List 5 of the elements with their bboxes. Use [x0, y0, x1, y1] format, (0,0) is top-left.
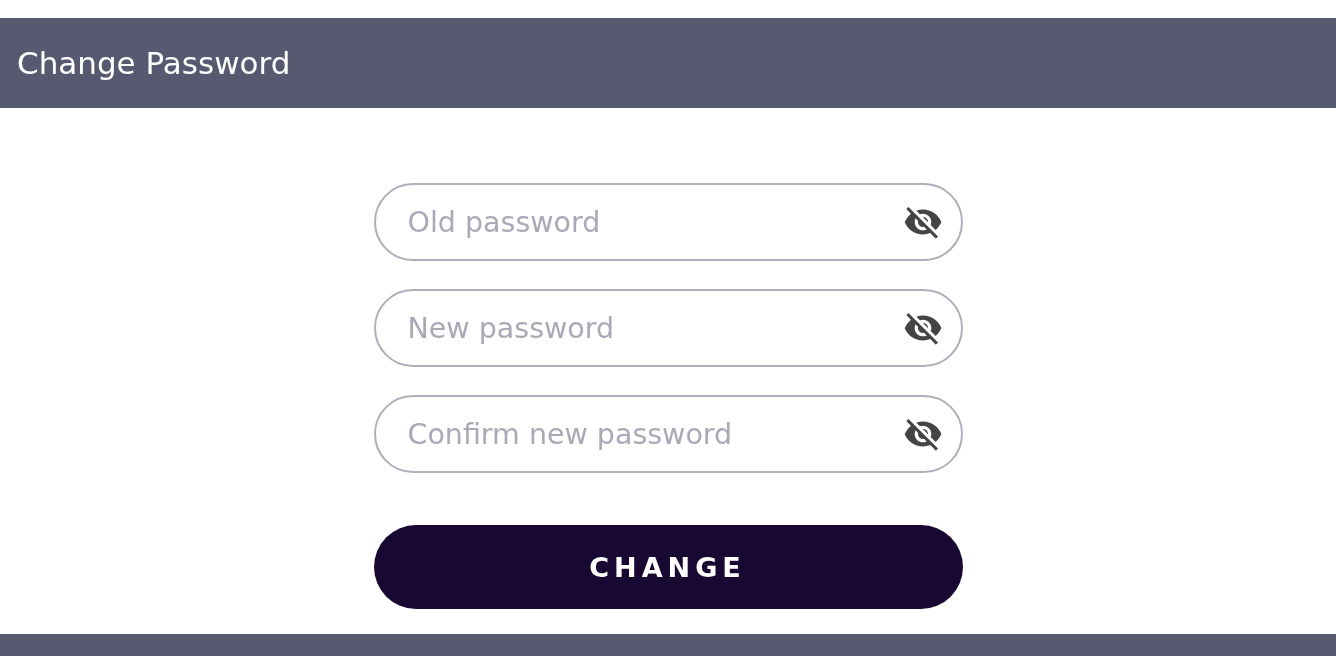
change-button[interactable]: CHANGE	[373, 525, 963, 609]
password-field[interactable]: New password	[373, 289, 963, 367]
password-field[interactable]: Old password	[373, 183, 963, 261]
page-title: Change Password	[17, 45, 291, 81]
password-field[interactable]: Confirm new password	[373, 395, 963, 473]
